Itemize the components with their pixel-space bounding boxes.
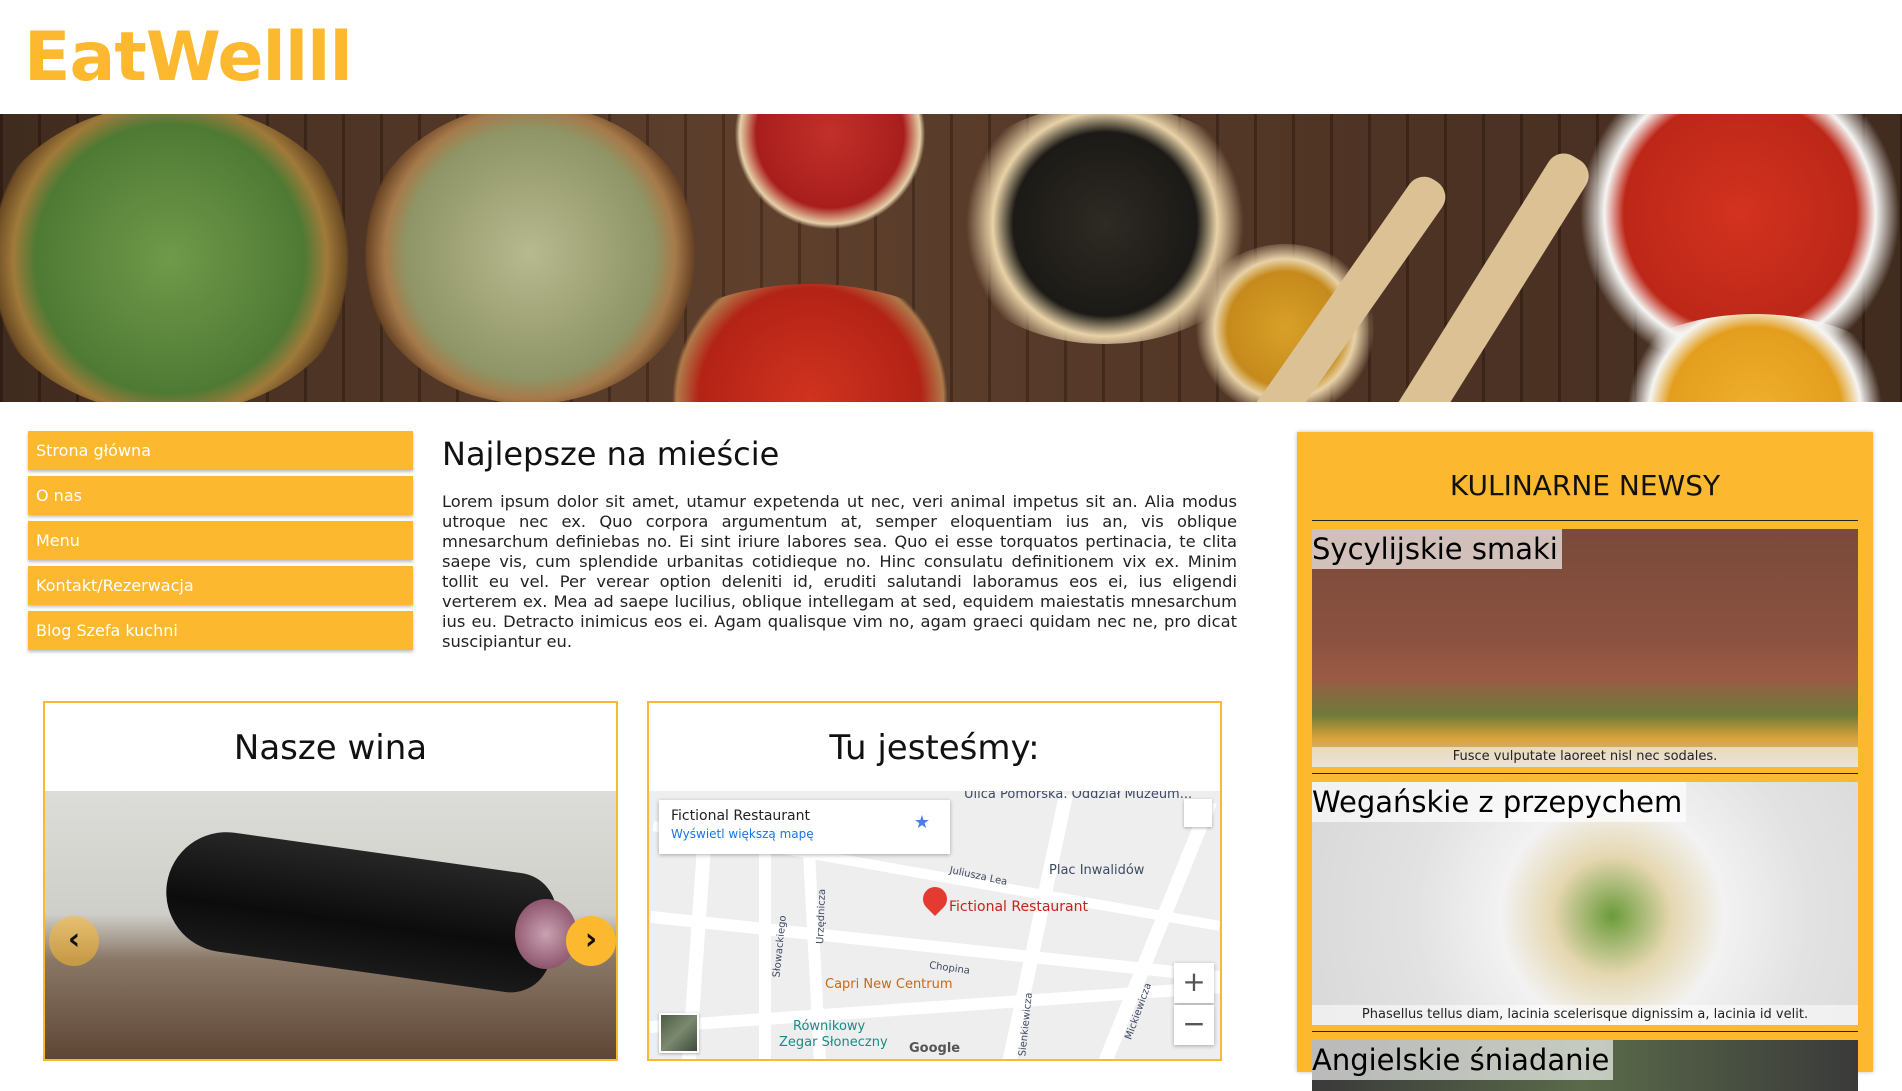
zoom-in-button[interactable]: + <box>1174 963 1214 1003</box>
wine-slider-image: ‹ › <box>45 791 616 1059</box>
map-larger-link[interactable]: Wyświetl większą mapę <box>671 827 938 841</box>
nav-item-menu[interactable]: Menu <box>28 521 413 560</box>
news-item-title[interactable]: Angielskie śniadanie <box>1312 1040 1614 1080</box>
location-title: Tu jesteśmy: <box>829 728 1040 768</box>
satellite-toggle[interactable] <box>659 1013 699 1053</box>
zoom-out-button[interactable]: − <box>1174 1005 1214 1045</box>
map-pin-label: Fictional Restaurant <box>949 899 1089 915</box>
map-place-card: Fictional Restaurant Wyświetl większą ma… <box>659 800 950 854</box>
main-nav: Strona główna O nas Menu Kontakt/Rezerwa… <box>28 431 413 656</box>
map-label: Zegar Słoneczny <box>779 1035 888 1050</box>
hero-banner <box>0 114 1902 402</box>
chevron-left-icon: ‹ <box>67 922 81 957</box>
intro-article: Najlepsze na mieście Lorem ipsum dolor s… <box>442 432 1237 652</box>
map-label: Ulica Pomorska. Oddział Muzeum... <box>964 791 1193 802</box>
hero-bowl-herbs <box>0 114 360 402</box>
nav-item-contact[interactable]: Kontakt/Rezerwacja <box>28 566 413 605</box>
article-title: Najlepsze na mieście <box>442 435 780 473</box>
street-view-icon[interactable] <box>1184 799 1212 827</box>
news-item[interactable]: Wegańskie z przepychem Phasellus tellus … <box>1312 773 1858 1025</box>
google-attribution: Google <box>909 1041 961 1056</box>
nav-item-blog[interactable]: Blog Szefa kuchni <box>28 611 413 650</box>
news-item-caption: Fusce vulputate laoreet nisl nec sodales… <box>1312 747 1858 767</box>
map-label: Capri New Centrum <box>825 977 953 992</box>
star-icon[interactable]: ★ <box>914 812 930 833</box>
nav-item-home[interactable]: Strona główna <box>28 431 413 470</box>
wines-title: Nasze wina <box>233 728 428 768</box>
location-card: Tu jesteśmy: Ulica Pomorska. Oddział Muz… <box>647 701 1222 1061</box>
embedded-map[interactable]: Ulica Pomorska. Oddział Muzeum... Plac I… <box>649 791 1220 1059</box>
map-road <box>759 851 771 1059</box>
news-item[interactable]: Sycylijskie smaki Fusce vulputate laoree… <box>1312 529 1858 767</box>
slider-next-button[interactable]: › <box>566 916 616 966</box>
news-item-caption: Phasellus tellus diam, lacinia scelerisq… <box>1312 1005 1858 1025</box>
article-body: Lorem ipsum dolor sit amet, utamur expet… <box>442 492 1237 651</box>
map-road <box>999 792 1073 1059</box>
map-pin-icon[interactable] <box>918 882 952 916</box>
nav-item-about[interactable]: O nas <box>28 476 413 515</box>
map-label: Plac Inwalidów <box>1049 863 1145 878</box>
news-title: KULINARNE NEWSY <box>1312 466 1858 521</box>
slider-prev-button[interactable]: ‹ <box>49 916 99 966</box>
chevron-right-icon: › <box>584 922 598 957</box>
news-item[interactable]: Angielskie śniadanie <box>1312 1031 1858 1091</box>
wines-card: Nasze wina ‹ › <box>43 701 618 1061</box>
map-label: Chopina <box>928 960 971 977</box>
news-item-title[interactable]: Wegańskie z przepychem <box>1312 782 1687 822</box>
map-label: Równikowy <box>793 1019 866 1034</box>
news-item-title[interactable]: Sycylijskie smaki <box>1312 529 1562 569</box>
news-sidebar: KULINARNE NEWSY Sycylijskie smaki Fusce … <box>1297 432 1873 1091</box>
map-place-name: Fictional Restaurant <box>671 808 811 824</box>
map-label: Urzędnicza <box>815 888 829 945</box>
site-logo[interactable]: EatWellll <box>24 18 353 98</box>
wine-bottle <box>158 824 562 998</box>
